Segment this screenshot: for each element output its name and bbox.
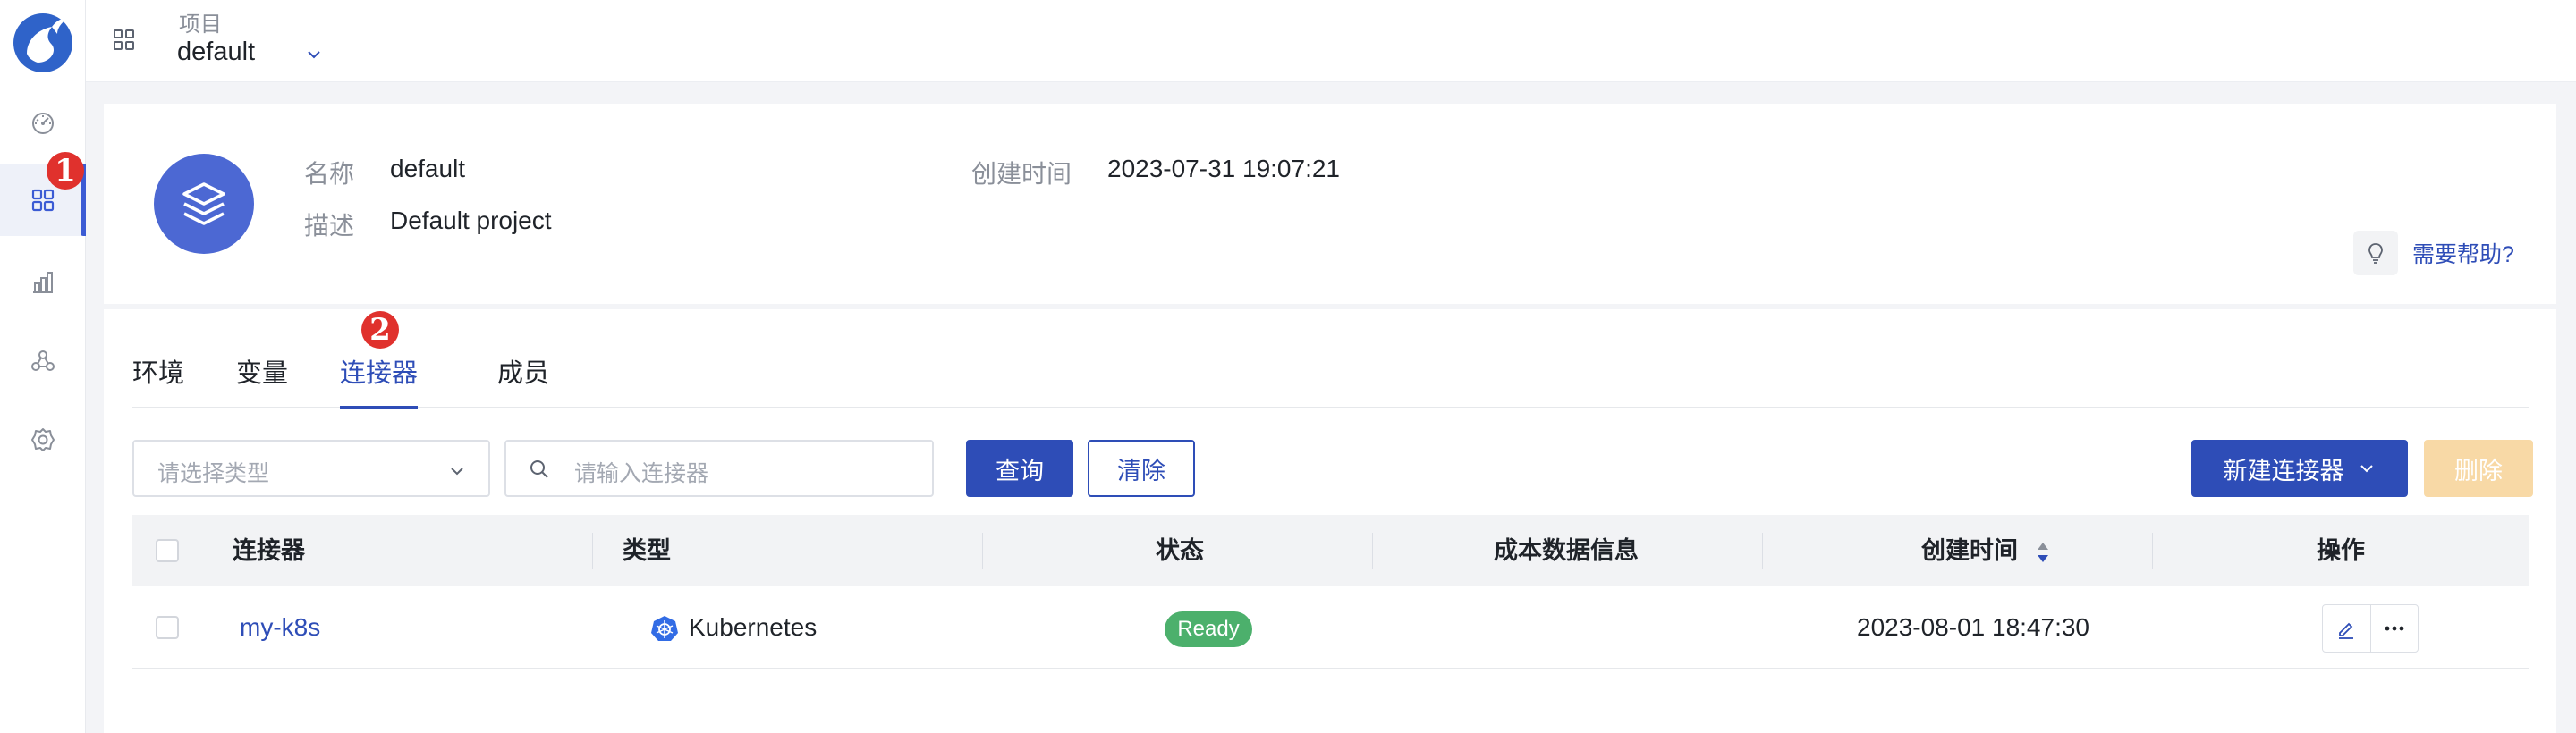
col-status: 状态	[1156, 537, 1204, 564]
sidebar	[0, 0, 86, 733]
app-logo[interactable]	[11, 7, 75, 77]
select-all-checkbox[interactable]	[156, 539, 179, 562]
table-header: 连接器 类型 状态 成本数据信息 创建时间 操作	[132, 515, 2529, 586]
column-divider	[592, 533, 593, 569]
kubernetes-icon	[651, 616, 678, 641]
connector-type: Kubernetes	[689, 613, 818, 641]
apps-grid-icon[interactable]	[113, 29, 136, 52]
column-divider	[1372, 533, 1373, 569]
annotation-badge-1: 1	[47, 152, 84, 190]
project-avatar	[154, 154, 254, 254]
project-selector[interactable]: default	[177, 38, 255, 67]
chevron-down-icon[interactable]	[304, 45, 324, 64]
column-divider	[1762, 533, 1763, 569]
delete-button[interactable]: 删除	[2424, 440, 2533, 497]
dashboard-icon	[32, 113, 54, 134]
top-bar: 项目 default	[86, 0, 2576, 82]
connector-name-link[interactable]: my-k8s	[240, 586, 320, 669]
edit-icon	[2339, 622, 2354, 639]
description-value: Default project	[390, 206, 552, 234]
more-actions-button[interactable]	[2369, 605, 2418, 652]
bar-chart-icon	[33, 272, 53, 293]
project-label: 项目	[179, 13, 222, 37]
table-row: my-k8s Kubernetes Ready 2023-08-01 18:47…	[132, 586, 2529, 669]
description-label: 描述	[304, 212, 355, 240]
gear-icon	[31, 428, 55, 451]
col-cost-info: 成本数据信息	[1494, 537, 1639, 564]
cluster-icon	[31, 350, 55, 371]
search-placeholder: 请输入连接器	[574, 461, 709, 486]
tab-bar: 环境 变量 连接器 成员	[132, 356, 2529, 409]
column-divider	[982, 533, 983, 569]
name-value: default	[390, 155, 466, 182]
edit-button[interactable]	[2323, 605, 2370, 652]
col-created-time[interactable]: 创建时间	[1921, 515, 2018, 586]
help-text: 需要帮助?	[2412, 242, 2514, 267]
sort-icon[interactable]	[2036, 540, 2050, 565]
type-select-placeholder: 请选择类型	[157, 461, 270, 486]
type-select[interactable]: 请选择类型	[132, 440, 490, 497]
more-horizontal-icon	[2385, 626, 2404, 631]
col-connector: 连接器	[233, 537, 305, 564]
lightbulb-icon	[2353, 231, 2398, 275]
new-connector-button[interactable]: 新建连接器	[2191, 440, 2408, 497]
apps-grid-icon	[31, 189, 55, 212]
new-connector-label: 新建连接器	[2223, 457, 2344, 484]
row-checkbox[interactable]	[156, 616, 179, 639]
chevron-down-icon	[2360, 465, 2373, 473]
created-time-value: 2023-07-31 19:07:21	[1107, 155, 1340, 182]
connector-search-input[interactable]: 请输入连接器	[504, 440, 934, 497]
status-badge: Ready	[1165, 611, 1252, 647]
col-actions: 操作	[2317, 537, 2365, 564]
nav-settings[interactable]	[0, 404, 86, 476]
layers-icon	[182, 182, 225, 225]
tab-members[interactable]: 成员	[497, 356, 549, 408]
column-divider	[2152, 533, 2153, 569]
created-time-label: 创建时间	[971, 160, 1072, 188]
nav-templates[interactable]	[0, 325, 86, 397]
annotation-badge-2: 2	[361, 311, 399, 349]
col-type: 类型	[623, 537, 671, 564]
connectors-panel: 环境 变量 连接器 成员 请选择类型 请输入连接器 查询 清除 新建连接器 删除…	[104, 309, 2556, 733]
query-button[interactable]: 查询	[966, 440, 1073, 497]
nav-cost[interactable]	[0, 247, 86, 318]
name-label: 名称	[304, 160, 355, 188]
nav-dashboard[interactable]	[0, 88, 86, 159]
help-link[interactable]: 需要帮助?	[2353, 231, 2514, 275]
row-actions	[2322, 604, 2419, 653]
project-info-card: 名称 default 描述 Default project 创建时间 2023-…	[104, 104, 2556, 304]
tab-connectors[interactable]: 连接器	[340, 356, 419, 409]
search-icon	[530, 460, 548, 478]
tab-variables[interactable]: 变量	[236, 356, 288, 408]
clear-button[interactable]: 清除	[1088, 440, 1195, 497]
created-time-cell: 2023-08-01 18:47:30	[1857, 613, 2089, 641]
tab-environments[interactable]: 环境	[132, 356, 184, 408]
chevron-down-icon	[451, 468, 463, 476]
